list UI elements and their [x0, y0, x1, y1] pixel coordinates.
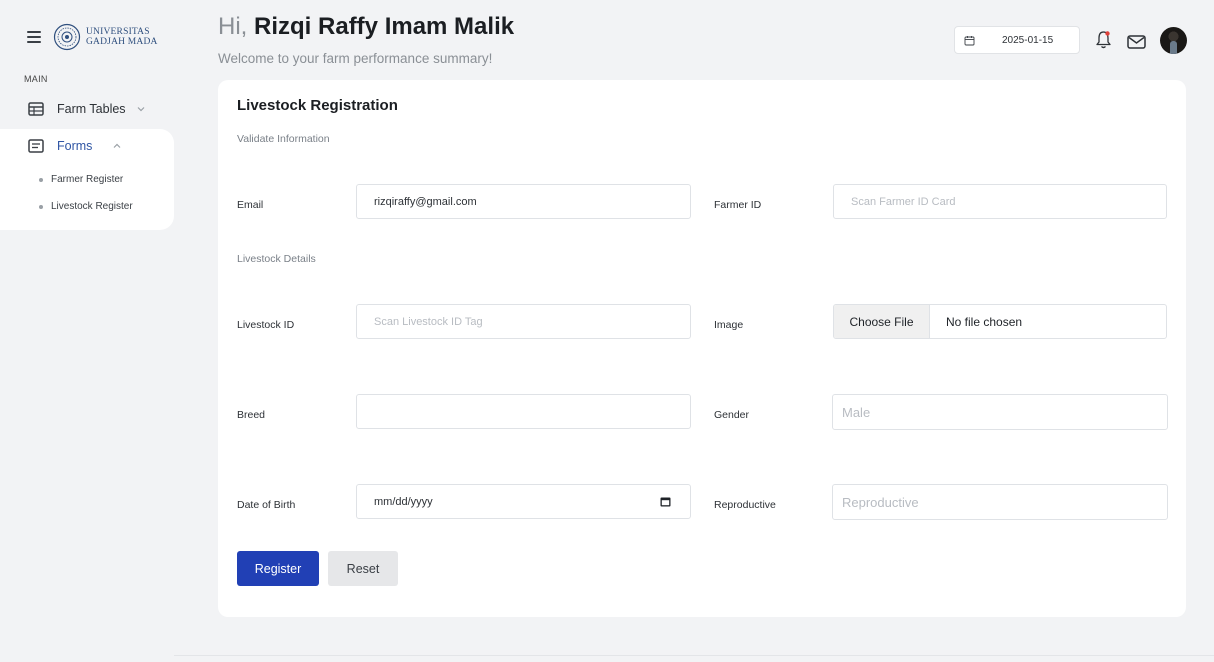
brand: UNIVERSITAS GADJAH MADA	[27, 23, 158, 51]
choose-file-button[interactable]: Choose File	[834, 305, 930, 338]
register-button[interactable]: Register	[237, 551, 319, 586]
reproductive-label: Reproductive	[714, 499, 776, 511]
footer-divider	[174, 655, 1214, 656]
image-label: Image	[714, 319, 744, 331]
date-picker[interactable]: 2025-01-15	[954, 26, 1080, 54]
sidebar: UNIVERSITAS GADJAH MADA MAIN Farm Tables…	[0, 0, 174, 662]
reproductive-field[interactable]: Reproductive	[832, 484, 1168, 520]
dob-field[interactable]: mm/dd/yyyy	[356, 484, 691, 519]
logo-text: UNIVERSITAS GADJAH MADA	[86, 27, 158, 47]
greeting-prefix: Hi,	[218, 13, 248, 40]
sidebar-subitem-livestock-register[interactable]: Livestock Register	[39, 201, 133, 212]
bullet-dot	[39, 177, 43, 182]
form-icon	[28, 139, 44, 153]
calendar-icon	[964, 35, 975, 45]
mail-icon[interactable]	[1127, 34, 1146, 50]
reset-button[interactable]: Reset	[328, 551, 398, 586]
farmer-id-label: Farmer ID	[714, 199, 762, 211]
sidebar-subitem-label: Livestock Register	[51, 201, 133, 212]
ugm-seal-icon	[53, 23, 81, 51]
image-file-input[interactable]: Choose File No file chosen	[833, 304, 1167, 339]
sidebar-item-label: Farm Tables	[57, 102, 126, 116]
registration-card: Livestock Registration Validate Informat…	[218, 80, 1186, 617]
email-label: Email	[237, 199, 264, 211]
bell-icon[interactable]	[1095, 30, 1112, 49]
farmer-id-field[interactable]: Scan Farmer ID Card	[833, 184, 1167, 219]
bullet-dot	[39, 204, 43, 209]
breed-field[interactable]	[356, 394, 691, 429]
sidebar-item-forms[interactable]: Forms	[28, 139, 122, 153]
dob-label: Date of Birth	[237, 499, 296, 511]
avatar[interactable]	[1160, 27, 1187, 54]
section-validate-info: Validate Information	[237, 133, 330, 145]
sidebar-item-label: Forms	[57, 139, 93, 153]
logo-line-1: UNIVERSITAS	[86, 27, 150, 37]
livestock-id-field[interactable]: Scan Livestock ID Tag	[356, 304, 691, 339]
page-subtitle: Welcome to your farm performance summary…	[218, 51, 493, 66]
sidebar-section-label: MAIN	[24, 74, 48, 84]
file-status: No file chosen	[946, 314, 1023, 329]
university-logo[interactable]: UNIVERSITAS GADJAH MADA	[53, 23, 158, 51]
gender-label: Gender	[714, 409, 750, 421]
chevron-up-icon	[113, 143, 121, 148]
breed-label: Breed	[237, 409, 266, 421]
form-title: Livestock Registration	[237, 97, 398, 114]
page-title: Hi, Rizqi Raffy Imam Malik	[218, 13, 514, 41]
dob-value: mm/dd/yyyy	[374, 495, 433, 508]
sidebar-subitem-label: Farmer Register	[51, 174, 124, 185]
calendar-icon[interactable]	[660, 496, 671, 507]
email-field[interactable]: rizqiraffy@gmail.com	[356, 184, 691, 219]
sidebar-item-farm-tables[interactable]: Farm Tables	[28, 102, 146, 116]
date-value: 2025-01-15	[1002, 34, 1054, 46]
gender-field[interactable]: Male	[832, 394, 1168, 430]
chevron-down-icon	[137, 107, 144, 112]
livestock-id-label: Livestock ID	[237, 319, 295, 331]
user-name: Rizqi Raffy Imam Malik	[254, 13, 515, 40]
logo-line-2: GADJAH MADA	[86, 37, 158, 47]
hamburger-menu-icon[interactable]	[27, 31, 41, 43]
sidebar-subitem-farmer-register[interactable]: Farmer Register	[39, 174, 123, 185]
section-livestock-details: Livestock Details	[237, 253, 316, 265]
table-icon	[28, 102, 44, 116]
